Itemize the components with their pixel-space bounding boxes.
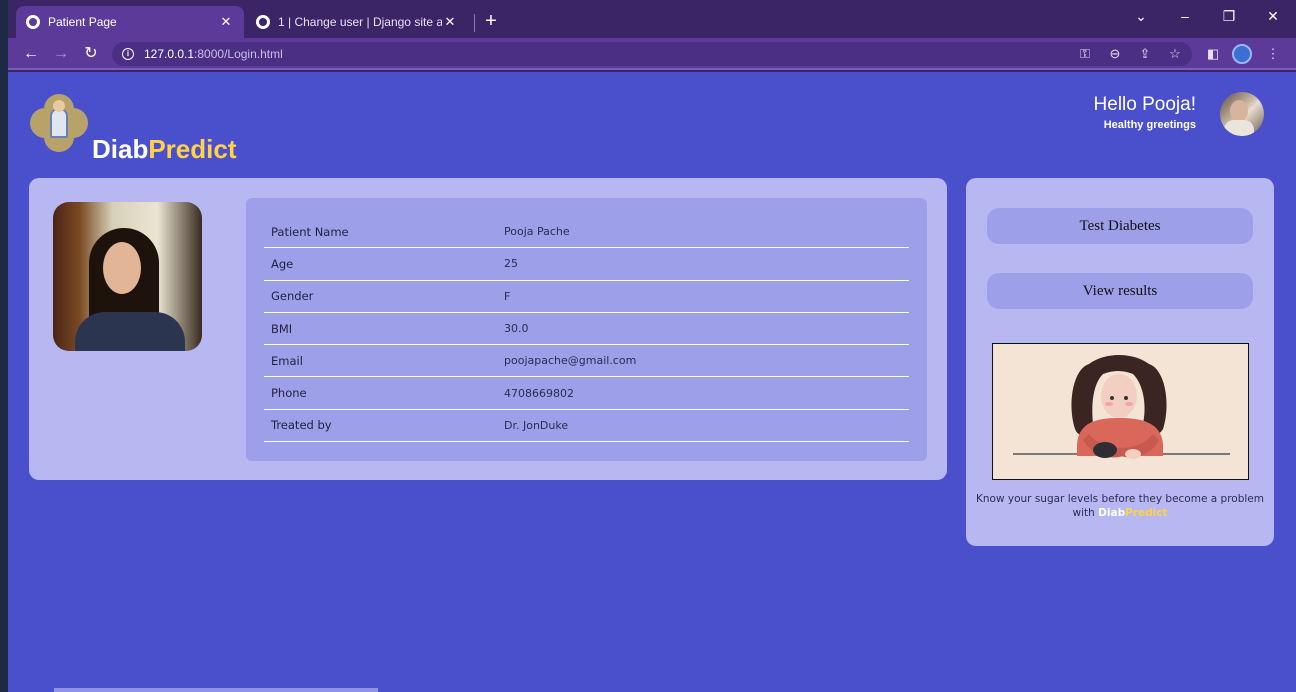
info-row-bmi: BMI 30.0 — [264, 313, 909, 346]
page-viewport: DiabPredict Hello Pooja! Healthy greetin… — [8, 72, 1296, 692]
info-value: F — [504, 289, 511, 303]
info-value: 4708669802 — [504, 386, 574, 400]
info-row-name: Patient Name Pooja Pache — [264, 216, 909, 249]
sidebar-icon[interactable]: ◧ — [1204, 45, 1222, 63]
info-row-gender: Gender F — [264, 281, 909, 313]
globe-icon — [256, 15, 270, 29]
plus-icon[interactable]: + — [480, 10, 502, 32]
info-value: 25 — [504, 257, 518, 271]
url-host: 127.0.0.1 — [144, 47, 195, 61]
subgreeting-text: Healthy greetings — [1103, 119, 1196, 131]
profile-icon[interactable] — [1232, 44, 1252, 64]
reload-icon[interactable]: ↻ — [80, 43, 102, 65]
patient-info-panel: Patient Name Pooja Pache Age 25 Gender F… — [246, 198, 927, 461]
patient-card: Patient Name Pooja Pache Age 25 Gender F… — [29, 178, 947, 480]
close-icon[interactable]: ✕ — [1258, 8, 1288, 25]
maximize-icon[interactable]: ❐ — [1214, 8, 1244, 25]
avatar[interactable] — [1220, 92, 1264, 136]
info-value: Dr. JonDuke — [504, 418, 569, 432]
info-label: Email — [271, 353, 303, 368]
browser-toolbar: ← → ↻ i 127.0.0.1:8000/Login.html ⚿ ⊖ ⇪ … — [8, 38, 1296, 70]
illustration-image — [992, 343, 1249, 480]
tab-patient-page[interactable]: Patient Page ✕ — [16, 6, 244, 38]
horizontal-scrollbar[interactable] — [54, 688, 378, 692]
patient-info-table: Patient Name Pooja Pache Age 25 Gender F… — [264, 216, 909, 443]
caption-brand-a: Diab — [1098, 507, 1126, 519]
info-label: Gender — [271, 289, 314, 304]
brand-part-a: Diab — [92, 134, 149, 164]
key-icon[interactable]: ⚿ — [1076, 45, 1094, 63]
info-row-phone: Phone 4708669802 — [264, 377, 909, 410]
tab-title: Patient Page — [48, 15, 117, 29]
close-icon[interactable]: ✕ — [442, 14, 458, 30]
info-label: Treated by — [271, 418, 332, 433]
url-path: :8000/Login.html — [194, 47, 283, 61]
caption-brand-b: Predict — [1125, 507, 1168, 519]
glucose-check-illustration — [1013, 355, 1230, 459]
user-greeting: Hello Pooja! Healthy greetings — [1094, 94, 1196, 131]
info-value: 30.0 — [504, 322, 529, 336]
patient-photo — [53, 202, 202, 351]
star-icon[interactable]: ☆ — [1166, 45, 1184, 63]
close-icon[interactable]: ✕ — [218, 14, 234, 30]
test-diabetes-button[interactable]: Test Diabetes — [987, 208, 1253, 244]
zoom-icon[interactable]: ⊖ — [1106, 45, 1124, 63]
info-value: poojapache@gmail.com — [504, 354, 637, 368]
info-label: Phone — [271, 386, 307, 401]
info-label: Patient Name — [271, 224, 349, 239]
tab-bar: Patient Page ✕ 1 | Change user | Django … — [8, 0, 1296, 38]
brand-name[interactable]: DiabPredict — [92, 134, 237, 165]
share-icon[interactable]: ⇪ — [1136, 45, 1154, 63]
info-row-treated-by: Treated by Dr. JonDuke — [264, 410, 909, 443]
forward-icon[interactable]: → — [50, 43, 72, 65]
info-row-age: Age 25 — [264, 248, 909, 281]
info-icon[interactable]: i — [122, 48, 134, 60]
browser-window: Patient Page ✕ 1 | Change user | Django … — [8, 0, 1296, 692]
info-row-email: Email poojapache@gmail.com — [264, 345, 909, 378]
menu-icon[interactable]: ⋮ — [1264, 45, 1282, 63]
chevron-down-icon[interactable]: ⌄ — [1126, 8, 1156, 25]
tab-change-user[interactable]: 1 | Change user | Django site adm ✕ — [246, 6, 468, 38]
actions-card: Test Diabetes View results Know your sug… — [966, 178, 1274, 546]
info-value: Pooja Pache — [504, 225, 570, 239]
back-icon[interactable]: ← — [20, 43, 42, 65]
info-label: Age — [271, 256, 294, 271]
view-results-button[interactable]: View results — [987, 273, 1253, 309]
logo-icon — [28, 94, 92, 154]
brand-part-b: Predict — [148, 134, 237, 164]
promo-caption: Know your sugar levels before they becom… — [976, 492, 1264, 520]
minimize-icon[interactable]: – — [1170, 8, 1200, 24]
tab-divider — [474, 14, 475, 32]
tab-title: 1 | Change user | Django site adm — [278, 15, 442, 29]
address-bar[interactable]: i 127.0.0.1:8000/Login.html — [112, 42, 1192, 66]
globe-icon — [26, 15, 40, 29]
info-label: BMI — [271, 321, 293, 336]
greeting-text: Hello Pooja! — [1093, 94, 1196, 115]
